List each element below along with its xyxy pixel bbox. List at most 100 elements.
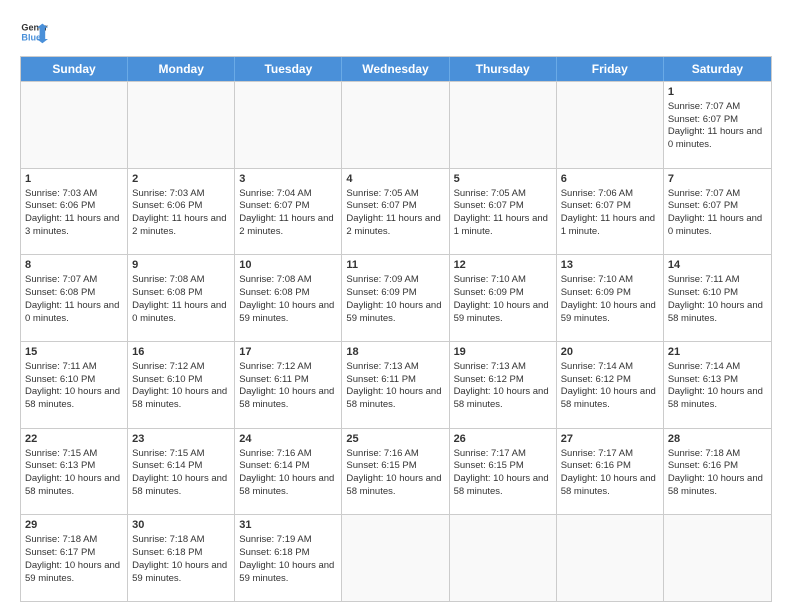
sunset-text: Sunset: 6:09 PM <box>346 287 416 298</box>
sunset-text: Sunset: 6:11 PM <box>346 374 416 385</box>
day-number: 25 <box>346 432 444 447</box>
cal-cell: 12Sunrise: 7:10 AMSunset: 6:09 PMDayligh… <box>450 255 557 341</box>
cal-cell <box>664 515 771 601</box>
daylight-text: Daylight: 10 hours and 59 minutes. <box>346 300 441 324</box>
sunrise-text: Sunrise: 7:07 AM <box>668 188 740 199</box>
sunrise-text: Sunrise: 7:10 AM <box>454 274 526 285</box>
sunrise-text: Sunrise: 7:14 AM <box>668 361 740 372</box>
daylight-text: Daylight: 11 hours and 0 minutes. <box>668 126 762 150</box>
daylight-text: Daylight: 11 hours and 2 minutes. <box>132 213 226 237</box>
cal-cell: 19Sunrise: 7:13 AMSunset: 6:12 PMDayligh… <box>450 342 557 428</box>
day-number: 1 <box>25 172 123 187</box>
daylight-text: Daylight: 10 hours and 58 minutes. <box>346 386 441 410</box>
logo: General Blue <box>20 18 48 46</box>
sunset-text: Sunset: 6:07 PM <box>346 200 416 211</box>
sunrise-text: Sunrise: 7:11 AM <box>668 274 740 285</box>
cal-cell: 26Sunrise: 7:17 AMSunset: 6:15 PMDayligh… <box>450 429 557 515</box>
sunrise-text: Sunrise: 7:17 AM <box>454 448 526 459</box>
day-header-sunday: Sunday <box>21 57 128 81</box>
cal-cell: 22Sunrise: 7:15 AMSunset: 6:13 PMDayligh… <box>21 429 128 515</box>
sunset-text: Sunset: 6:15 PM <box>346 460 416 471</box>
sunset-text: Sunset: 6:13 PM <box>668 374 738 385</box>
daylight-text: Daylight: 10 hours and 58 minutes. <box>239 473 334 497</box>
cal-cell: 5Sunrise: 7:05 AMSunset: 6:07 PM Daylight… <box>450 169 557 255</box>
daylight-text: Daylight: 10 hours and 58 minutes. <box>454 386 549 410</box>
day-header-wednesday: Wednesday <box>342 57 449 81</box>
week-row-1: 1Sunrise: 7:07 AMSunset: 6:07 PMDaylight… <box>21 81 771 168</box>
cal-cell: 29Sunrise: 7:18 AMSunset: 6:17 PMDayligh… <box>21 515 128 601</box>
sunrise-text: Sunrise: 7:18 AM <box>668 448 740 459</box>
sunset-text: Sunset: 6:09 PM <box>561 287 631 298</box>
sunset-text: Sunset: 6:15 PM <box>454 460 524 471</box>
sunrise-text: Sunrise: 7:03 AM <box>25 188 97 199</box>
sunset-text: Sunset: 6:10 PM <box>132 374 202 385</box>
sunrise-text: Sunrise: 7:06 AM <box>561 188 633 199</box>
cal-cell: 30Sunrise: 7:18 AMSunset: 6:18 PMDayligh… <box>128 515 235 601</box>
daylight-text: Daylight: 11 hours and 0 minutes. <box>668 213 762 237</box>
cal-cell: 10Sunrise: 7:08 AMSunset: 6:08 PMDayligh… <box>235 255 342 341</box>
week-row-6: 29Sunrise: 7:18 AMSunset: 6:17 PMDayligh… <box>21 514 771 601</box>
sunset-text: Sunset: 6:06 PM <box>132 200 202 211</box>
day-number: 4 <box>346 172 444 187</box>
day-number: 22 <box>25 432 123 447</box>
cal-cell <box>557 82 664 168</box>
cal-cell: 17Sunrise: 7:12 AMSunset: 6:11 PMDayligh… <box>235 342 342 428</box>
sunrise-text: Sunrise: 7:05 AM <box>346 188 418 199</box>
day-number: 3 <box>239 172 337 187</box>
svg-text:Blue: Blue <box>21 32 41 42</box>
day-number: 21 <box>668 345 767 360</box>
daylight-text: Daylight: 11 hours and 1 minute. <box>454 213 548 237</box>
calendar: SundayMondayTuesdayWednesdayThursdayFrid… <box>20 56 772 602</box>
sunrise-text: Sunrise: 7:19 AM <box>239 534 311 545</box>
cal-cell: 1Sunrise: 7:03 AMSunset: 6:06 PM Daylight… <box>21 169 128 255</box>
sunrise-text: Sunrise: 7:08 AM <box>239 274 311 285</box>
day-number: 28 <box>668 432 767 447</box>
sunrise-text: Sunrise: 7:18 AM <box>25 534 97 545</box>
sunrise-text: Sunrise: 7:04 AM <box>239 188 311 199</box>
cal-cell <box>128 82 235 168</box>
daylight-text: Daylight: 11 hours and 3 minutes. <box>25 213 119 237</box>
sunset-text: Sunset: 6:06 PM <box>25 200 95 211</box>
sunrise-text: Sunrise: 7:05 AM <box>454 188 526 199</box>
daylight-text: Daylight: 10 hours and 58 minutes. <box>132 386 227 410</box>
day-header-monday: Monday <box>128 57 235 81</box>
day-number: 9 <box>132 258 230 273</box>
day-number: 5 <box>454 172 552 187</box>
cal-cell <box>342 82 449 168</box>
daylight-text: Daylight: 10 hours and 58 minutes. <box>239 386 334 410</box>
sunrise-text: Sunrise: 7:16 AM <box>346 448 418 459</box>
sunset-text: Sunset: 6:16 PM <box>561 460 631 471</box>
week-row-5: 22Sunrise: 7:15 AMSunset: 6:13 PMDayligh… <box>21 428 771 515</box>
cal-cell: 15Sunrise: 7:11 AMSunset: 6:10 PMDayligh… <box>21 342 128 428</box>
daylight-text: Daylight: 10 hours and 58 minutes. <box>668 386 763 410</box>
cal-cell: 25Sunrise: 7:16 AMSunset: 6:15 PMDayligh… <box>342 429 449 515</box>
cal-cell: 8Sunrise: 7:07 AMSunset: 6:08 PMDaylight… <box>21 255 128 341</box>
cal-cell: 27Sunrise: 7:17 AMSunset: 6:16 PMDayligh… <box>557 429 664 515</box>
day-number: 26 <box>454 432 552 447</box>
sunrise-text: Sunrise: 7:16 AM <box>239 448 311 459</box>
sunset-text: Sunset: 6:12 PM <box>454 374 524 385</box>
sunrise-text: Sunrise: 7:17 AM <box>561 448 633 459</box>
day-number: 6 <box>561 172 659 187</box>
daylight-text: Daylight: 11 hours and 2 minutes. <box>239 213 333 237</box>
cal-cell: 21Sunrise: 7:14 AM Sunset: 6:13 PMDayligh… <box>664 342 771 428</box>
day-header-saturday: Saturday <box>664 57 771 81</box>
sunrise-text: Sunrise: 7:08 AM <box>132 274 204 285</box>
sunset-text: Sunset: 6:10 PM <box>668 287 738 298</box>
cal-cell: 3Sunrise: 7:04 AMSunset: 6:07 PMDaylight… <box>235 169 342 255</box>
daylight-text: Daylight: 10 hours and 58 minutes. <box>25 386 120 410</box>
sunset-text: Sunset: 6:16 PM <box>668 460 738 471</box>
sunrise-text: Sunrise: 7:14 AM <box>561 361 633 372</box>
day-number: 11 <box>346 258 444 273</box>
cal-cell <box>235 82 342 168</box>
cal-cell <box>21 82 128 168</box>
day-number: 17 <box>239 345 337 360</box>
page: General Blue SundayMondayTuesdayWednesda… <box>0 0 792 612</box>
sunrise-text: Sunrise: 7:18 AM <box>132 534 204 545</box>
sunset-text: Sunset: 6:07 PM <box>454 200 524 211</box>
daylight-text: Daylight: 10 hours and 58 minutes. <box>25 473 120 497</box>
cal-cell: 7Sunrise: 7:07 AMSunset: 6:07 PMDaylight… <box>664 169 771 255</box>
daylight-text: Daylight: 10 hours and 58 minutes. <box>668 300 763 324</box>
day-number: 15 <box>25 345 123 360</box>
cal-cell: 13Sunrise: 7:10 AMSunset: 6:09 PMDayligh… <box>557 255 664 341</box>
